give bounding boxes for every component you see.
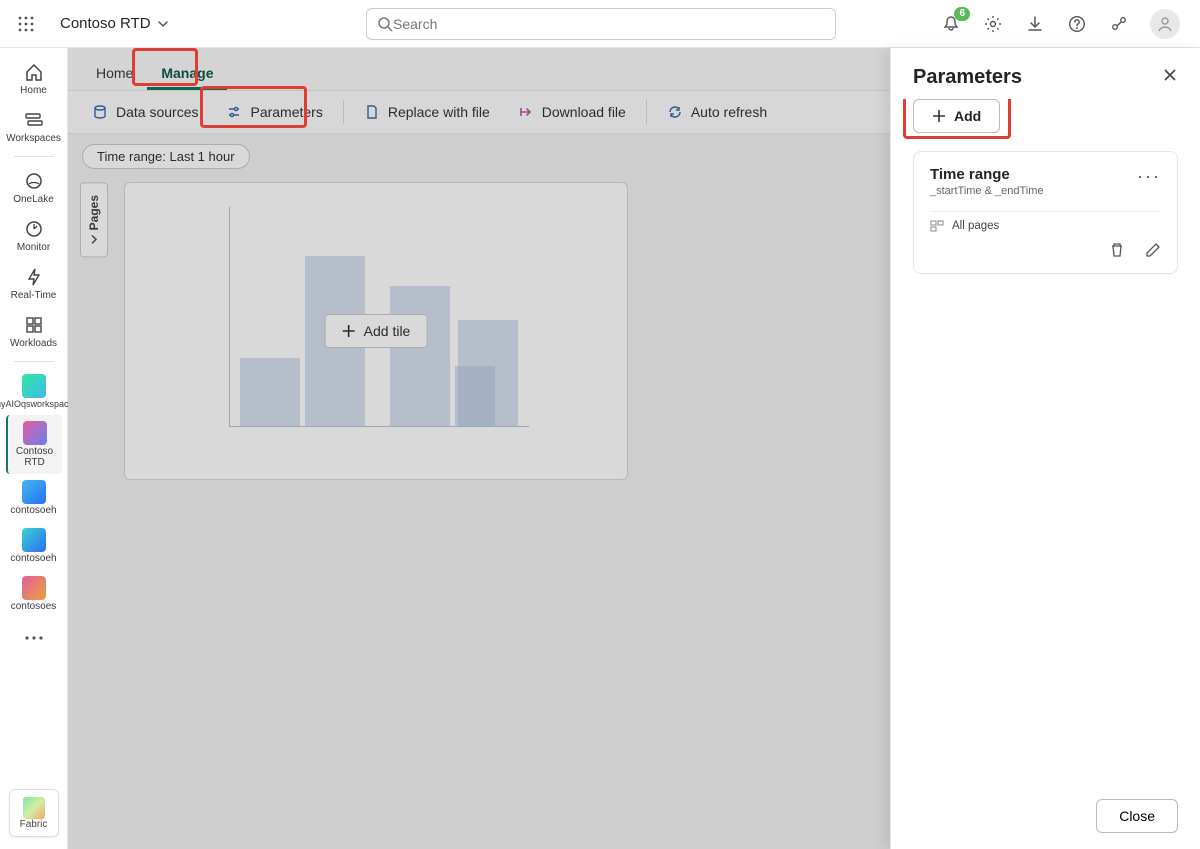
workspace-title: Contoso RTD (60, 15, 151, 32)
add-tile-button[interactable]: Add tile (325, 314, 428, 348)
nav-contosoes[interactable]: contosoes (6, 570, 62, 618)
pages-flyout[interactable]: Pages (80, 182, 108, 257)
nav-my-workspace[interactable]: myAIOqsworkspace (6, 368, 62, 415)
realtime-icon (22, 265, 46, 289)
time-range-chip[interactable]: Time range: Last 1 hour (82, 144, 250, 169)
parameter-title: Time range (930, 166, 1044, 183)
delete-parameter-button[interactable] (1109, 242, 1125, 263)
parameters-icon (226, 104, 242, 120)
nav-home[interactable]: Home (6, 54, 62, 102)
cmd-replace-file[interactable]: Replace with file (352, 98, 502, 126)
eh-icon (22, 528, 46, 552)
chevron-down-icon (157, 18, 169, 30)
file-icon (364, 104, 380, 120)
cmd-auto-refresh[interactable]: Auto refresh (655, 98, 779, 126)
panel-close-button[interactable] (1162, 67, 1178, 88)
divider (930, 211, 1161, 212)
help-button[interactable] (1066, 13, 1088, 35)
account-avatar[interactable] (1150, 9, 1180, 39)
nav-workloads[interactable]: Workloads (6, 307, 62, 355)
app-launcher-icon[interactable] (10, 8, 42, 40)
ellipsis-icon (22, 626, 46, 650)
parameter-more-menu[interactable]: ··· (1137, 166, 1161, 187)
nav-contoso-rtd[interactable]: Contoso RTD (6, 415, 62, 474)
eh-icon (22, 480, 46, 504)
monitor-icon (22, 217, 46, 241)
cmd-download-file[interactable]: Download file (506, 98, 638, 126)
feedback-button[interactable] (1108, 13, 1130, 35)
close-icon (1162, 67, 1178, 83)
nav-contosoeh-2[interactable]: contosoeh (6, 522, 62, 570)
settings-button[interactable] (982, 13, 1004, 35)
parameter-scope: All pages (930, 220, 1161, 232)
parameters-panel: Parameters Add Time range _startTime & _… (890, 48, 1200, 849)
home-icon (22, 60, 46, 84)
divider (646, 100, 647, 124)
scope-icon (930, 220, 944, 232)
divider (343, 100, 344, 124)
edit-parameter-button[interactable] (1145, 242, 1161, 263)
nav-contosoeh-1[interactable]: contosoeh (6, 474, 62, 522)
onelake-icon (22, 169, 46, 193)
workspaces-icon (22, 108, 46, 132)
nav-fabric[interactable]: Fabric (9, 789, 59, 837)
cmd-data-sources[interactable]: Data sources (80, 98, 210, 126)
workspace-title-dropdown[interactable]: Contoso RTD (60, 15, 169, 32)
search-icon (377, 16, 393, 32)
left-nav: Home Workspaces OneLake Monitor Real-Tim… (0, 48, 68, 849)
rtd-icon (23, 421, 47, 445)
ws-icon (22, 374, 46, 398)
workloads-icon (22, 313, 46, 337)
parameter-subtitle: _startTime & _endTime (930, 185, 1044, 197)
fabric-icon (23, 797, 45, 819)
trash-icon (1109, 242, 1125, 258)
tab-manage[interactable]: Manage (147, 57, 227, 90)
plus-icon (932, 109, 946, 123)
database-icon (92, 104, 108, 120)
nav-workspaces[interactable]: Workspaces (6, 102, 62, 150)
nav-onelake[interactable]: OneLake (6, 163, 62, 211)
notifications-button[interactable]: 6 (940, 13, 962, 35)
refresh-icon (667, 104, 683, 120)
add-parameter-button[interactable]: Add (913, 99, 1000, 133)
es-icon (22, 576, 46, 600)
dashboard-tile: Add tile (124, 182, 628, 480)
notifications-badge: 6 (954, 7, 970, 21)
nav-more[interactable] (6, 620, 62, 657)
chevron-right-icon (89, 234, 99, 244)
nav-realtime[interactable]: Real-Time (6, 259, 62, 307)
plus-icon (342, 324, 356, 338)
search-box[interactable] (366, 8, 836, 40)
download-button[interactable] (1024, 13, 1046, 35)
pencil-icon (1145, 242, 1161, 258)
tab-home[interactable]: Home (82, 57, 147, 90)
parameter-card-time-range[interactable]: Time range _startTime & _endTime ··· All… (913, 151, 1178, 274)
nav-monitor[interactable]: Monitor (6, 211, 62, 259)
panel-title: Parameters (913, 66, 1022, 89)
arrow-right-icon (518, 104, 534, 120)
panel-close-footer-button[interactable]: Close (1096, 799, 1178, 833)
cmd-parameters[interactable]: Parameters (214, 98, 334, 126)
search-input[interactable] (393, 16, 825, 32)
